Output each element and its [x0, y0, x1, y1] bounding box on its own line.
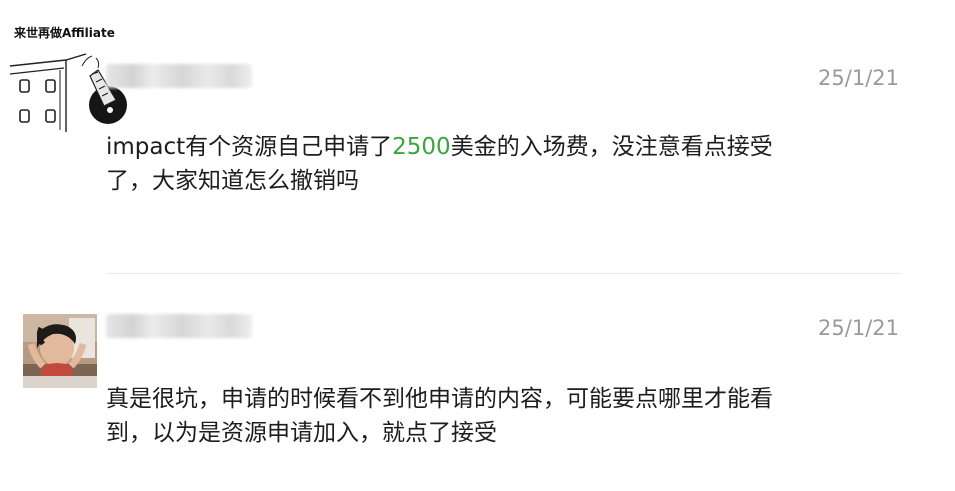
username-blurred[interactable]: [106, 64, 252, 88]
sketch-building-avatar-icon: [9, 53, 127, 132]
avatar[interactable]: [23, 314, 97, 388]
post-date: 25/1/21: [818, 316, 899, 340]
divider: [106, 273, 902, 274]
amount-highlight: 2500: [392, 134, 451, 160]
username-blurred[interactable]: [106, 314, 252, 338]
watermark-text: 来世再做Affiliate: [14, 26, 115, 40]
comment-text-part: impact有个资源自己申请了: [106, 134, 393, 160]
photo-avatar-icon: [23, 314, 97, 388]
avatar[interactable]: [6, 44, 130, 136]
post-date: 25/1/21: [818, 66, 899, 90]
comment-text: 真是很坑，申请的时候看不到他申请的内容，可能要点哪里才能看到，以为是资源申请加入…: [106, 386, 773, 446]
comment-text: impact有个资源自己申请了2500美金的入场费，没注意看点接受了，大家知道怎…: [106, 130, 806, 198]
